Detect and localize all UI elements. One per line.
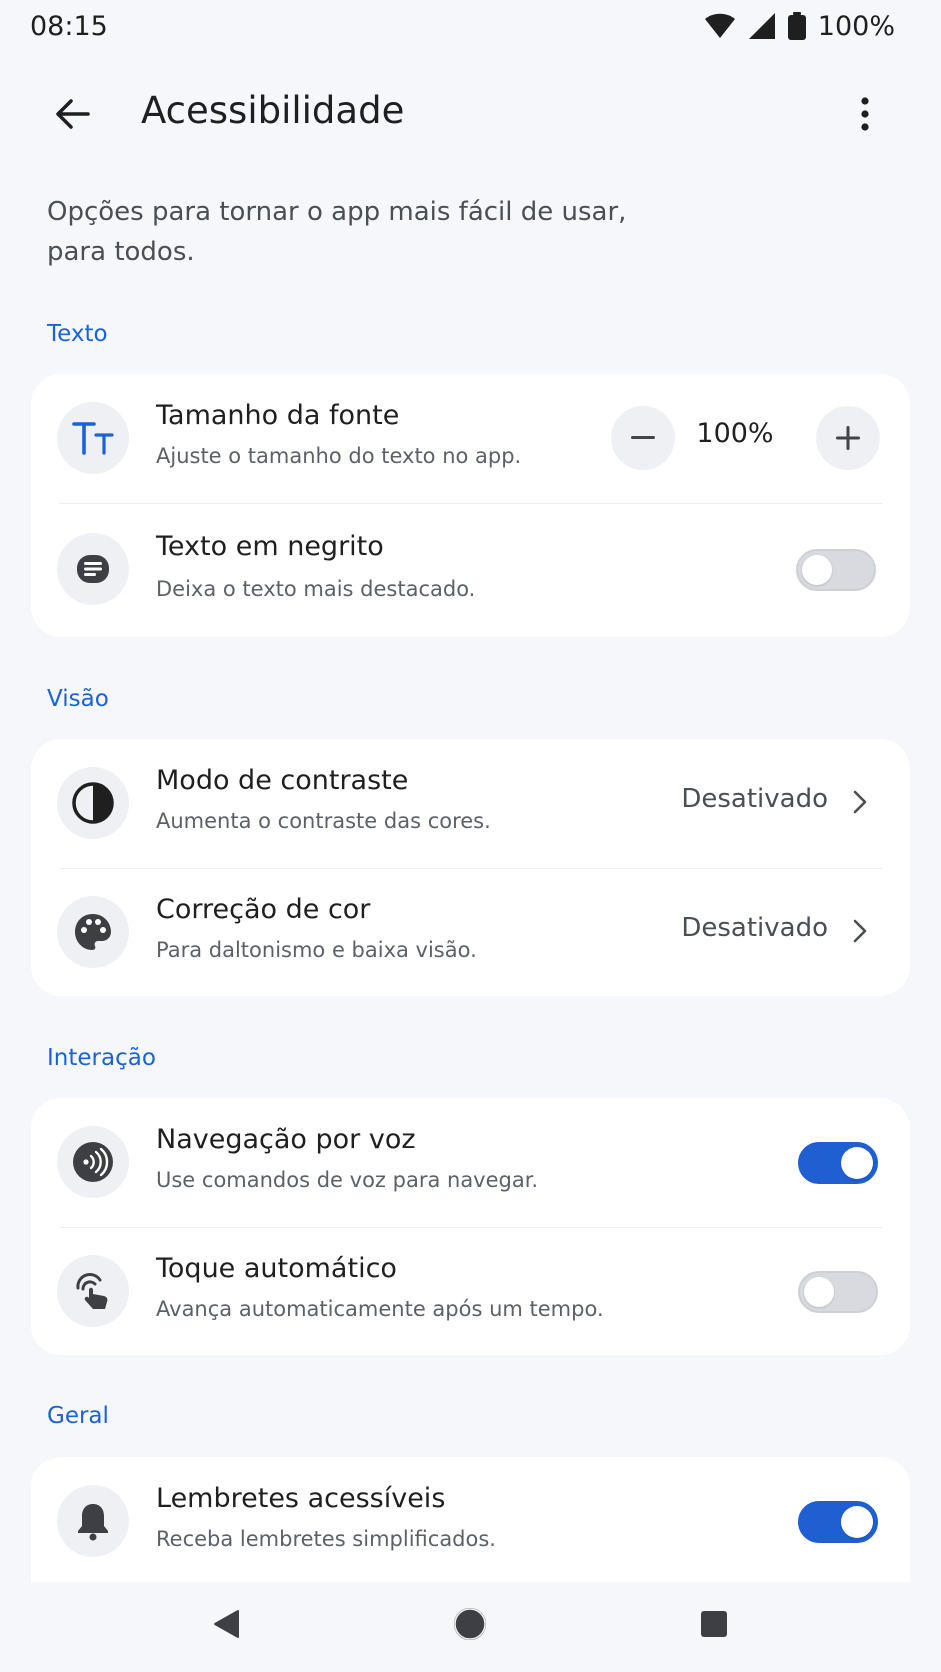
auto-tap-toggle[interactable] (798, 1271, 878, 1313)
auto-tap-title: Toque automático (156, 1253, 397, 1284)
voice-nav-toggle[interactable] (798, 1142, 878, 1184)
card-geral: Lembretes acessíveis Receba lembretes si… (31, 1457, 910, 1582)
contrast-row[interactable]: Modo de contraste Aumenta o contraste da… (31, 739, 910, 868)
card-interacao: Navegação por voz Use comandos de voz pa… (31, 1098, 910, 1355)
reminders-title: Lembretes acessíveis (156, 1483, 446, 1514)
font-size-title: Tamanho da fonte (156, 400, 400, 431)
status-icons: 100% (704, 11, 895, 42)
section-label-interacao: Interação (47, 1045, 156, 1071)
signal-icon (748, 13, 775, 39)
auto-tap-subtitle: Avança automaticamente após um tempo. (156, 1297, 604, 1321)
font-size-subtitle: Ajuste o tamanho do texto no app. (156, 444, 522, 468)
card-visao: Modo de contraste Aumenta o contraste da… (31, 739, 910, 996)
plus-icon (836, 426, 860, 450)
chevron-right-icon (848, 914, 872, 948)
palette-icon (57, 896, 129, 968)
card-texto: Tamanho da fonte Ajuste o tamanho do tex… (31, 374, 910, 637)
intro-text: Opções para tornar o app mais fácil de u… (47, 197, 627, 267)
contrast-value: Desativado (681, 784, 828, 814)
text-size-icon (57, 402, 129, 474)
color-correction-value: Desativado (681, 913, 828, 943)
status-time: 08:15 (30, 10, 108, 42)
increase-font-button[interactable] (816, 406, 880, 470)
font-size-value: 100% (696, 418, 774, 449)
status-bar: 08:15 100% (0, 0, 941, 52)
bold-text-toggle[interactable] (796, 549, 876, 591)
contrast-subtitle: Aumenta o contraste das cores. (156, 809, 491, 833)
toggle-knob (802, 555, 832, 585)
font-size-row: Tamanho da fonte Ajuste o tamanho do tex… (31, 374, 910, 503)
toggle-knob (841, 1147, 873, 1179)
nav-home-icon (454, 1608, 486, 1640)
voice-nav-subtitle: Use comandos de voz para navegar. (156, 1168, 539, 1192)
toggle-knob (804, 1277, 834, 1307)
nav-home-button[interactable] (440, 1594, 500, 1654)
battery-icon (787, 12, 806, 40)
app-bar: Acessibilidade (0, 66, 941, 156)
nav-recents-button[interactable] (684, 1594, 744, 1654)
touch-icon (57, 1255, 129, 1327)
auto-tap-row[interactable]: Toque automático Avança automaticamente … (31, 1227, 910, 1355)
voice-icon (57, 1126, 129, 1198)
bold-text-title: Texto em negrito (156, 531, 384, 562)
reminders-row[interactable]: Lembretes acessíveis Receba lembretes si… (31, 1457, 910, 1582)
color-correction-subtitle: Para daltonismo e baixa visão. (156, 938, 477, 962)
toggle-knob (841, 1506, 873, 1538)
nav-back-icon (214, 1610, 239, 1638)
minus-icon (631, 436, 655, 439)
section-label-visao: Visão (47, 686, 109, 712)
nav-back-button[interactable] (196, 1594, 256, 1654)
battery-percent: 100% (817, 10, 895, 42)
system-nav-bar (0, 1582, 941, 1672)
more-options-button[interactable] (845, 86, 885, 142)
voice-nav-row[interactable]: Navegação por voz Use comandos de voz pa… (31, 1098, 910, 1227)
back-button[interactable] (44, 86, 100, 142)
page-title: Acessibilidade (141, 89, 405, 132)
color-correction-row[interactable]: Correção de cor Para daltonismo e baixa … (31, 868, 910, 996)
section-label-geral: Geral (47, 1403, 109, 1429)
reminders-subtitle: Receba lembretes simplificados. (156, 1527, 496, 1551)
contrast-title: Modo de contraste (156, 765, 409, 796)
voice-nav-title: Navegação por voz (156, 1124, 416, 1155)
color-correction-title: Correção de cor (156, 894, 371, 925)
bell-icon (57, 1485, 129, 1557)
contrast-icon (57, 767, 129, 839)
bold-text-row[interactable]: Texto em negrito Deixa o texto mais dest… (31, 503, 910, 637)
bold-text-subtitle: Deixa o texto mais destacado. (156, 577, 476, 601)
wifi-icon (704, 13, 735, 38)
arrow-back-icon (56, 99, 90, 129)
more-vert-icon (861, 97, 869, 131)
nav-recents-icon (701, 1611, 727, 1637)
chevron-right-icon (848, 785, 872, 819)
bold-text-icon (57, 533, 129, 605)
decrease-font-button[interactable] (611, 406, 675, 470)
reminders-toggle[interactable] (798, 1501, 878, 1543)
section-label-texto: Texto (47, 321, 108, 347)
